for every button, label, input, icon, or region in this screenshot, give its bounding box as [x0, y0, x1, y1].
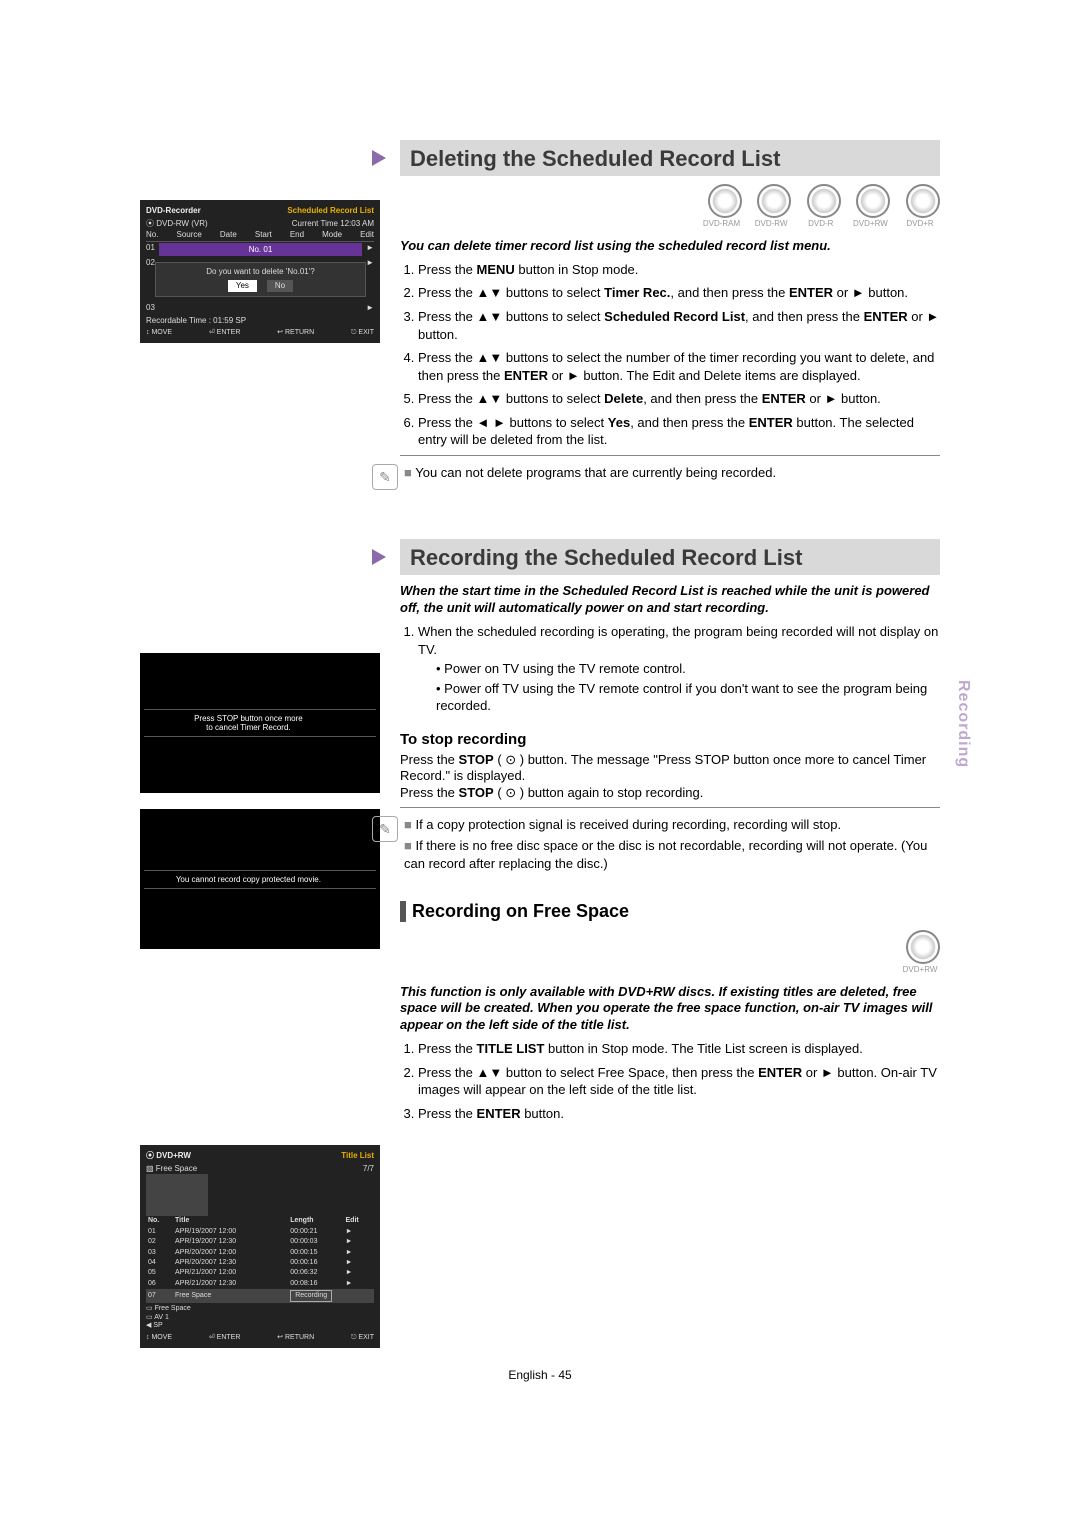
disc-compatibility: DVD-RAM DVD-RW DVD-R DVD+RW DVD+R	[400, 184, 940, 228]
steps-delete: Press the MENU button in Stop mode. Pres…	[400, 261, 940, 449]
chevron-right-icon	[372, 150, 386, 166]
disc-icon	[708, 184, 742, 218]
side-tab: Recording	[954, 680, 972, 768]
chevron-right-icon	[372, 549, 386, 565]
disc-icon	[906, 184, 940, 218]
intro-text: You can delete timer record list using t…	[400, 238, 940, 255]
section-header-record: Recording the Scheduled Record List	[400, 539, 940, 575]
mock-copy-protected: You cannot record copy protected movie.	[140, 809, 380, 949]
note-icon: ✎	[372, 464, 398, 490]
section-header-delete: Deleting the Scheduled Record List	[400, 140, 940, 176]
steps-freespace: Press the TITLE LIST button in Stop mode…	[400, 1040, 940, 1122]
mock-title-list: ⦿ DVD+RW Title List ▧ Free Space7/7 No.T…	[140, 1145, 380, 1348]
yes-button[interactable]: Yes	[228, 280, 257, 292]
disc-icon	[757, 184, 791, 218]
disc-icon	[906, 930, 940, 964]
paragraph: Press the STOP ( ⊙ ) button again to sto…	[400, 785, 940, 801]
mock-stop-msg: Press STOP button once more to cancel Ti…	[140, 653, 380, 793]
no-button[interactable]: No	[267, 280, 293, 292]
disc-icon	[856, 184, 890, 218]
intro-text: This function is only available with DVD…	[400, 984, 940, 1035]
note-text: If there is no free disc space or the di…	[404, 837, 940, 872]
subhead-freespace: Recording on Free Space	[400, 901, 940, 922]
subhead-stop: To stop recording	[400, 731, 940, 748]
page-footer: English - 45	[140, 1368, 940, 1382]
note-text: You can not delete programs that are cur…	[404, 464, 940, 482]
disc-compatibility: DVD+RW	[400, 930, 940, 974]
intro-text: When the start time in the Scheduled Rec…	[400, 583, 940, 617]
note-text: If a copy protection signal is received …	[404, 816, 940, 834]
disc-icon	[807, 184, 841, 218]
paragraph: Press the STOP ( ⊙ ) button. The message…	[400, 752, 940, 783]
steps-record: When the scheduled recording is operatin…	[400, 623, 940, 715]
left-illustration-column: DVD-Recorder Scheduled Record List ⦿ DVD…	[140, 140, 380, 1368]
note-icon: ✎	[372, 816, 398, 842]
main-content: Deleting the Scheduled Record List DVD-R…	[400, 140, 940, 1122]
title-table: No.TitleLengthEdit 01APR/19/2007 12:0000…	[146, 1216, 374, 1303]
mock-scheduled-list: DVD-Recorder Scheduled Record List ⦿ DVD…	[140, 200, 380, 343]
